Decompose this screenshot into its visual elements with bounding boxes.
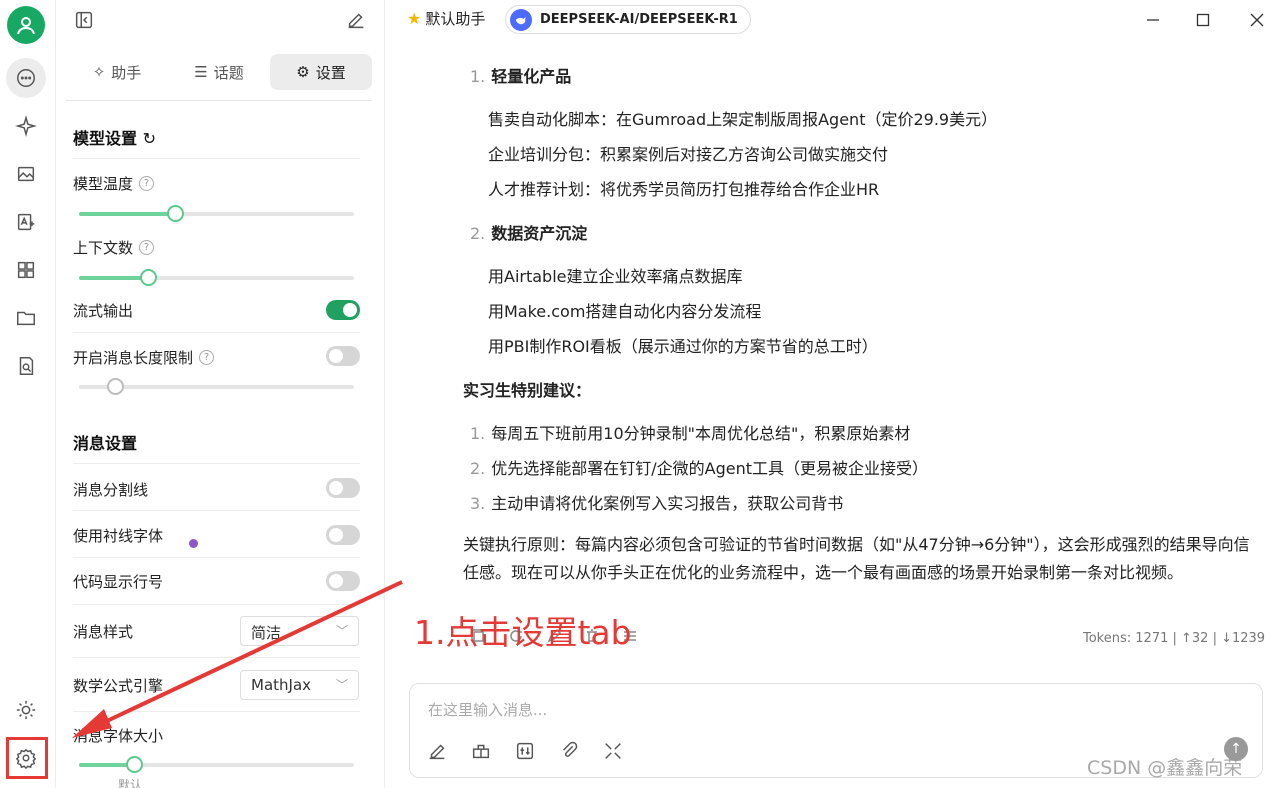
chat-icon[interactable] (6, 58, 46, 98)
message-divider-toggle[interactable] (326, 478, 360, 498)
app-window: ✧ 助手 ☰ 话题 ⚙ 设置 模型设置 ↻ 模型温度? 上下文数? 流式输出 开… (0, 0, 1280, 788)
list-item: 用PBI制作ROI看板（展示通过你的方案节省的总工时） (488, 337, 878, 356)
list-item: 用Make.com搭建自动化内容分发流程 (488, 302, 762, 321)
font-size-label: 消息字体大小 (73, 727, 164, 745)
gear-icon: ⚙ (296, 63, 310, 81)
chat-topbar: ★ 默认助手 DEEPSEEK-AI/DEEPSEEK-R1 (385, 0, 1280, 40)
sparkle-icon: ✧ (92, 63, 106, 81)
list-item: 用Airtable建立企业效率痛点数据库 (488, 267, 743, 286)
context-slider[interactable] (79, 269, 354, 286)
panel-tabs: ✧ 助手 ☰ 话题 ⚙ 设置 (66, 54, 372, 94)
model-settings-title: 模型设置 ↻ (73, 129, 156, 148)
stream-output-label: 流式输出 (73, 302, 134, 320)
temperature-label: 模型温度? (73, 173, 155, 194)
math-engine-select[interactable]: MathJax ﹀ (240, 670, 359, 700)
context-label: 上下文数? (73, 237, 155, 258)
conclusion-paragraph: 关键执行原则：每篇内容必须包含可验证的节省时间数据（如"从47分钟→6分钟"），… (463, 535, 1250, 582)
divider (73, 604, 360, 605)
divider (73, 158, 360, 159)
list-heading: 2. 数据资产沉淀 (470, 224, 588, 243)
chevron-down-icon: ﹀ (335, 678, 348, 692)
model-selector[interactable]: DEEPSEEK-AI/DEEPSEEK-R1 (505, 5, 751, 34)
message-divider-label: 消息分割线 (73, 481, 149, 499)
new-topic-edit-icon[interactable] (345, 9, 367, 31)
settings-highlight-box (6, 737, 48, 779)
close-icon[interactable] (1245, 8, 1269, 32)
list-item: 1. 每周五下班前用10分钟录制"本周优化总结"，积累原始素材 (470, 424, 911, 443)
agents-sparkle-icon[interactable] (6, 106, 46, 146)
max-length-slider[interactable] (79, 378, 354, 395)
font-size-slider[interactable] (79, 756, 354, 773)
line-numbers-toggle[interactable] (326, 571, 360, 591)
input-toolbar (426, 740, 624, 762)
avatar[interactable] (7, 6, 45, 44)
annotation-label: 1.点击设置tab (414, 613, 632, 652)
attachment-icon[interactable] (558, 740, 580, 762)
toolbox-icon[interactable] (470, 740, 492, 762)
list-item: 人才推荐计划：将优秀学员简历打包推荐给合作企业HR (488, 180, 880, 199)
line-numbers-label: 代码显示行号 (73, 573, 164, 591)
math-engine-label: 数学公式引擎 (73, 677, 164, 695)
theme-sun-icon[interactable] (6, 690, 46, 730)
max-length-label: 开启消息长度限制? (73, 347, 215, 368)
message-style-label: 消息样式 (73, 623, 134, 641)
list-icon: ☰ (194, 63, 208, 81)
icon-rail (0, 0, 56, 788)
collapse-sidebar-icon[interactable] (73, 9, 95, 31)
list-item: 2. 优先选择能部署在钉钉/企微的Agent工具（更易被企业接受） (470, 459, 929, 478)
maximize-icon[interactable] (1191, 8, 1215, 32)
divider (73, 463, 360, 464)
reset-icon[interactable]: ↻ (143, 129, 156, 148)
stream-output-toggle[interactable] (326, 300, 360, 320)
divider (73, 711, 360, 712)
minimize-icon[interactable] (1141, 8, 1165, 32)
apps-grid-icon[interactable] (6, 250, 46, 290)
settings-sliders-icon[interactable] (514, 740, 536, 762)
image-icon[interactable] (6, 154, 46, 194)
message-style-select[interactable]: 简洁 ﹀ (240, 616, 359, 646)
tabs-divider (66, 100, 372, 101)
chevron-down-icon: ﹀ (335, 624, 348, 638)
help-icon[interactable]: ? (199, 350, 215, 365)
message-settings-title: 消息设置 (73, 434, 138, 453)
list-heading: 1. 轻量化产品 (470, 67, 572, 86)
knowledge-search-icon[interactable] (6, 346, 46, 386)
max-length-toggle[interactable] (326, 346, 360, 366)
tab-settings[interactable]: ⚙ 设置 (270, 54, 372, 90)
cursor-dot (189, 539, 198, 548)
divider (73, 332, 360, 333)
help-icon[interactable]: ? (139, 240, 155, 255)
star-icon: ★ (407, 9, 422, 28)
watermark: CSDN @鑫鑫向荣 (1087, 757, 1243, 779)
list-item: 企业培训分包：积累案例后对接乙方咨询公司做实施交付 (488, 145, 889, 164)
folder-icon[interactable] (6, 298, 46, 338)
list-item: 3. 主动申请将优化案例写入实习报告，获取公司背书 (470, 494, 844, 513)
expand-icon[interactable] (602, 740, 624, 762)
token-count: Tokens: 1271 | ↑32 | ↓1239 (1083, 631, 1266, 646)
assistant-name[interactable]: ★ 默认助手 (407, 8, 485, 29)
panel-toolbar (56, 0, 385, 40)
serif-font-toggle[interactable] (326, 525, 360, 545)
divider (73, 510, 360, 511)
settings-panel: ✧ 助手 ☰ 话题 ⚙ 设置 模型设置 ↻ 模型温度? 上下文数? 流式输出 开… (56, 0, 385, 788)
section-heading: 实习生特别建议： (463, 381, 592, 400)
serif-font-label: 使用衬线字体 (73, 527, 164, 545)
tab-topics[interactable]: ☰ 话题 (168, 54, 270, 90)
divider (73, 657, 360, 658)
tab-assistant[interactable]: ✧ 助手 (66, 54, 168, 90)
font-size-hint: 默认 (118, 778, 143, 788)
new-topic-icon[interactable] (426, 740, 448, 762)
list-item: 售卖自动化脚本：在Gumroad上架定制版周报Agent（定价29.9美元） (488, 110, 998, 129)
translate-icon[interactable] (6, 202, 46, 242)
deepseek-logo-icon (510, 8, 532, 31)
message-input-placeholder: 在这里输入消息... (428, 701, 548, 719)
help-icon[interactable]: ? (139, 176, 155, 191)
temperature-slider[interactable] (79, 205, 354, 222)
divider (73, 557, 360, 558)
